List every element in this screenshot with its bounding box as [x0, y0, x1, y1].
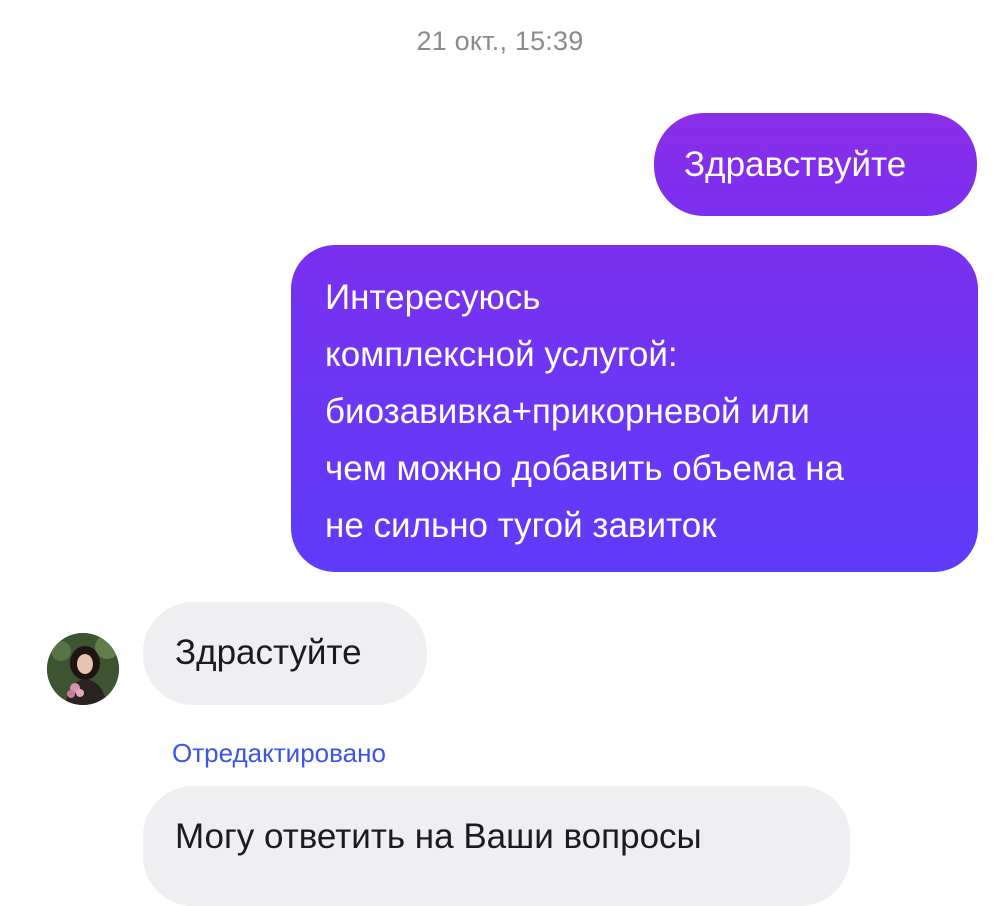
message-text: Здрастуйте: [175, 633, 362, 672]
outgoing-message-bubble[interactable]: Интересуюсь комплексной услугой: биозави…: [291, 245, 978, 572]
chat-thread[interactable]: 21 окт., 15:39 Здравствуйте Интересуюсь …: [0, 0, 1000, 906]
incoming-message-bubble[interactable]: Могу ответить на Ваши вопросы: [143, 786, 850, 906]
outgoing-message-bubble[interactable]: Здравствуйте: [654, 113, 977, 216]
message-text: Интересуюсь комплексной услугой: биозави…: [325, 278, 845, 545]
message-text: Могу ответить на Ваши вопросы: [175, 817, 702, 856]
incoming-message-bubble[interactable]: Здрастуйте: [143, 602, 427, 705]
edited-label: Отредактировано: [172, 738, 386, 768]
message-timestamp: 21 окт., 15:39: [416, 26, 584, 56]
avatar-photo-icon: [47, 633, 119, 705]
message-text: Здравствуйте: [684, 145, 907, 184]
contact-avatar-icon[interactable]: [47, 633, 119, 705]
